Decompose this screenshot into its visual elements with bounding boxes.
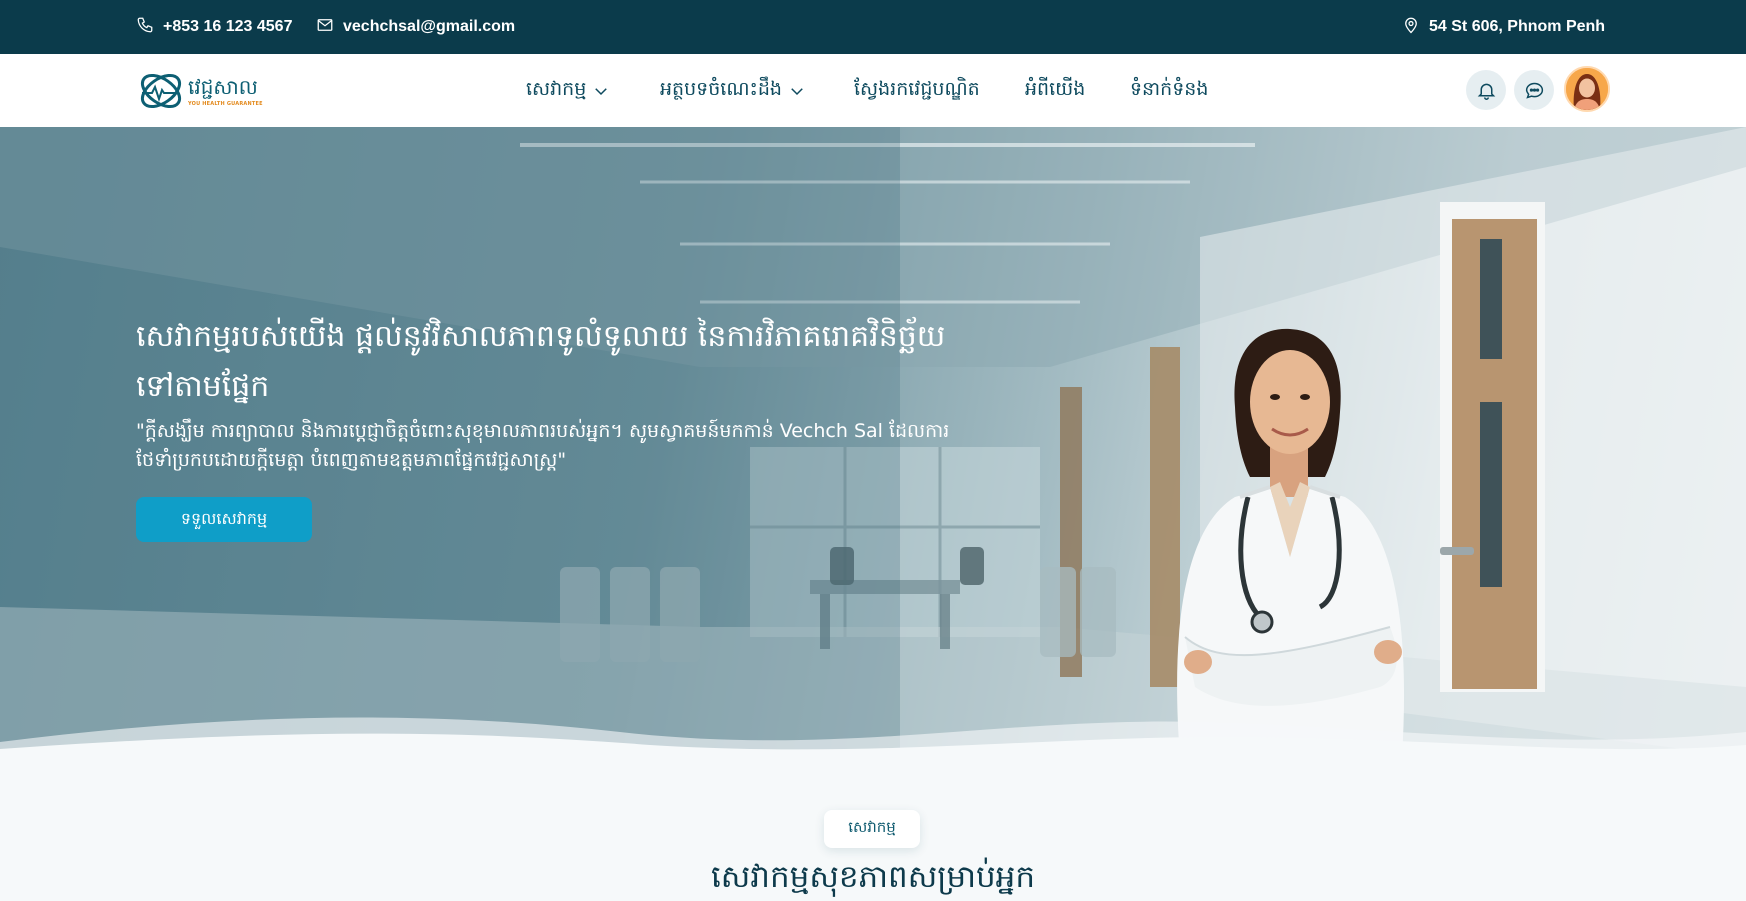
- mail-icon: [316, 16, 334, 39]
- nav-contact[interactable]: ទំនាក់ទំនង: [1130, 78, 1208, 104]
- nav-services-label: សេវាកម្ម: [526, 78, 587, 100]
- nav-about[interactable]: អំពីយើង: [1025, 78, 1085, 104]
- nav-find-doctor-label: ស្វែងរកវេជ្ជបណ្ឌិត: [854, 78, 980, 100]
- avatar-photo-icon: [1566, 68, 1608, 110]
- phone-number: +853 16 123 4567: [163, 18, 293, 35]
- hero-quote: "ក្តីសង្ឃឹម ការព្យាបាល និងការប្តេជ្ញាចិត…: [136, 420, 950, 471]
- chevron-down-icon: [595, 88, 608, 96]
- site-logo[interactable]: វេជ្ជសាល YOU HEALTH GUARANTEE: [136, 64, 262, 118]
- hero-banner: សេវាកម្មរបស់យើង ផ្តល់នូវវិសាលភាពទូលំទូលា…: [0, 127, 1746, 757]
- user-avatar[interactable]: [1564, 66, 1610, 112]
- get-service-button[interactable]: ទទួលសេវាកម្ម: [136, 497, 312, 542]
- chevron-down-icon: [791, 88, 803, 96]
- logo-emblem-icon: [140, 73, 182, 109]
- nav-services[interactable]: សេវាកម្ម: [526, 78, 610, 104]
- logo-tagline: YOU HEALTH GUARANTEE: [188, 101, 263, 107]
- wave-divider: [0, 717, 1746, 757]
- phone-icon: [136, 16, 154, 39]
- address-text: 54 St 606, Phnom Penh: [1429, 18, 1606, 35]
- notifications-button[interactable]: [1466, 70, 1506, 110]
- bell-icon: [1477, 83, 1495, 100]
- location-pin-icon: [1402, 16, 1420, 39]
- chat-icon: [1525, 82, 1543, 99]
- nav-articles-label: អត្ថបទចំណេះដឹង: [660, 78, 782, 100]
- nav-find-doctor[interactable]: ស្វែងរកវេជ្ជបណ្ឌិត: [854, 78, 980, 104]
- hero-title: សេវាកម្មរបស់យើង ផ្តល់នូវវិសាលភាពទូលំទូលា…: [136, 319, 946, 404]
- section-badge: សេវាកម្ម: [824, 810, 920, 848]
- contact-bar: +853 16 123 4567 vechchsal@gmail.com 54 …: [0, 0, 1746, 54]
- nav-articles[interactable]: អត្ថបទចំណេះដឹង: [660, 78, 806, 104]
- email-contact[interactable]: vechchsal@gmail.com: [316, 16, 515, 38]
- nav-about-label: អំពីយើង: [1025, 78, 1086, 100]
- services-section-title: សេវាកម្មសុខភាពសម្រាប់អ្នក: [710, 859, 1036, 895]
- main-header: វេជ្ជសាល YOU HEALTH GUARANTEE សេវាកម្ម អ…: [0, 54, 1746, 127]
- messages-button[interactable]: [1514, 70, 1554, 110]
- logo-text: វេជ្ជសាល: [188, 75, 258, 99]
- email-address: vechchsal@gmail.com: [343, 18, 516, 35]
- address-contact: 54 St 606, Phnom Penh: [1402, 16, 1605, 38]
- phone-contact[interactable]: +853 16 123 4567: [136, 16, 292, 38]
- nav-contact-label: ទំនាក់ទំនង: [1130, 78, 1209, 100]
- doctor-image: [1177, 328, 1405, 757]
